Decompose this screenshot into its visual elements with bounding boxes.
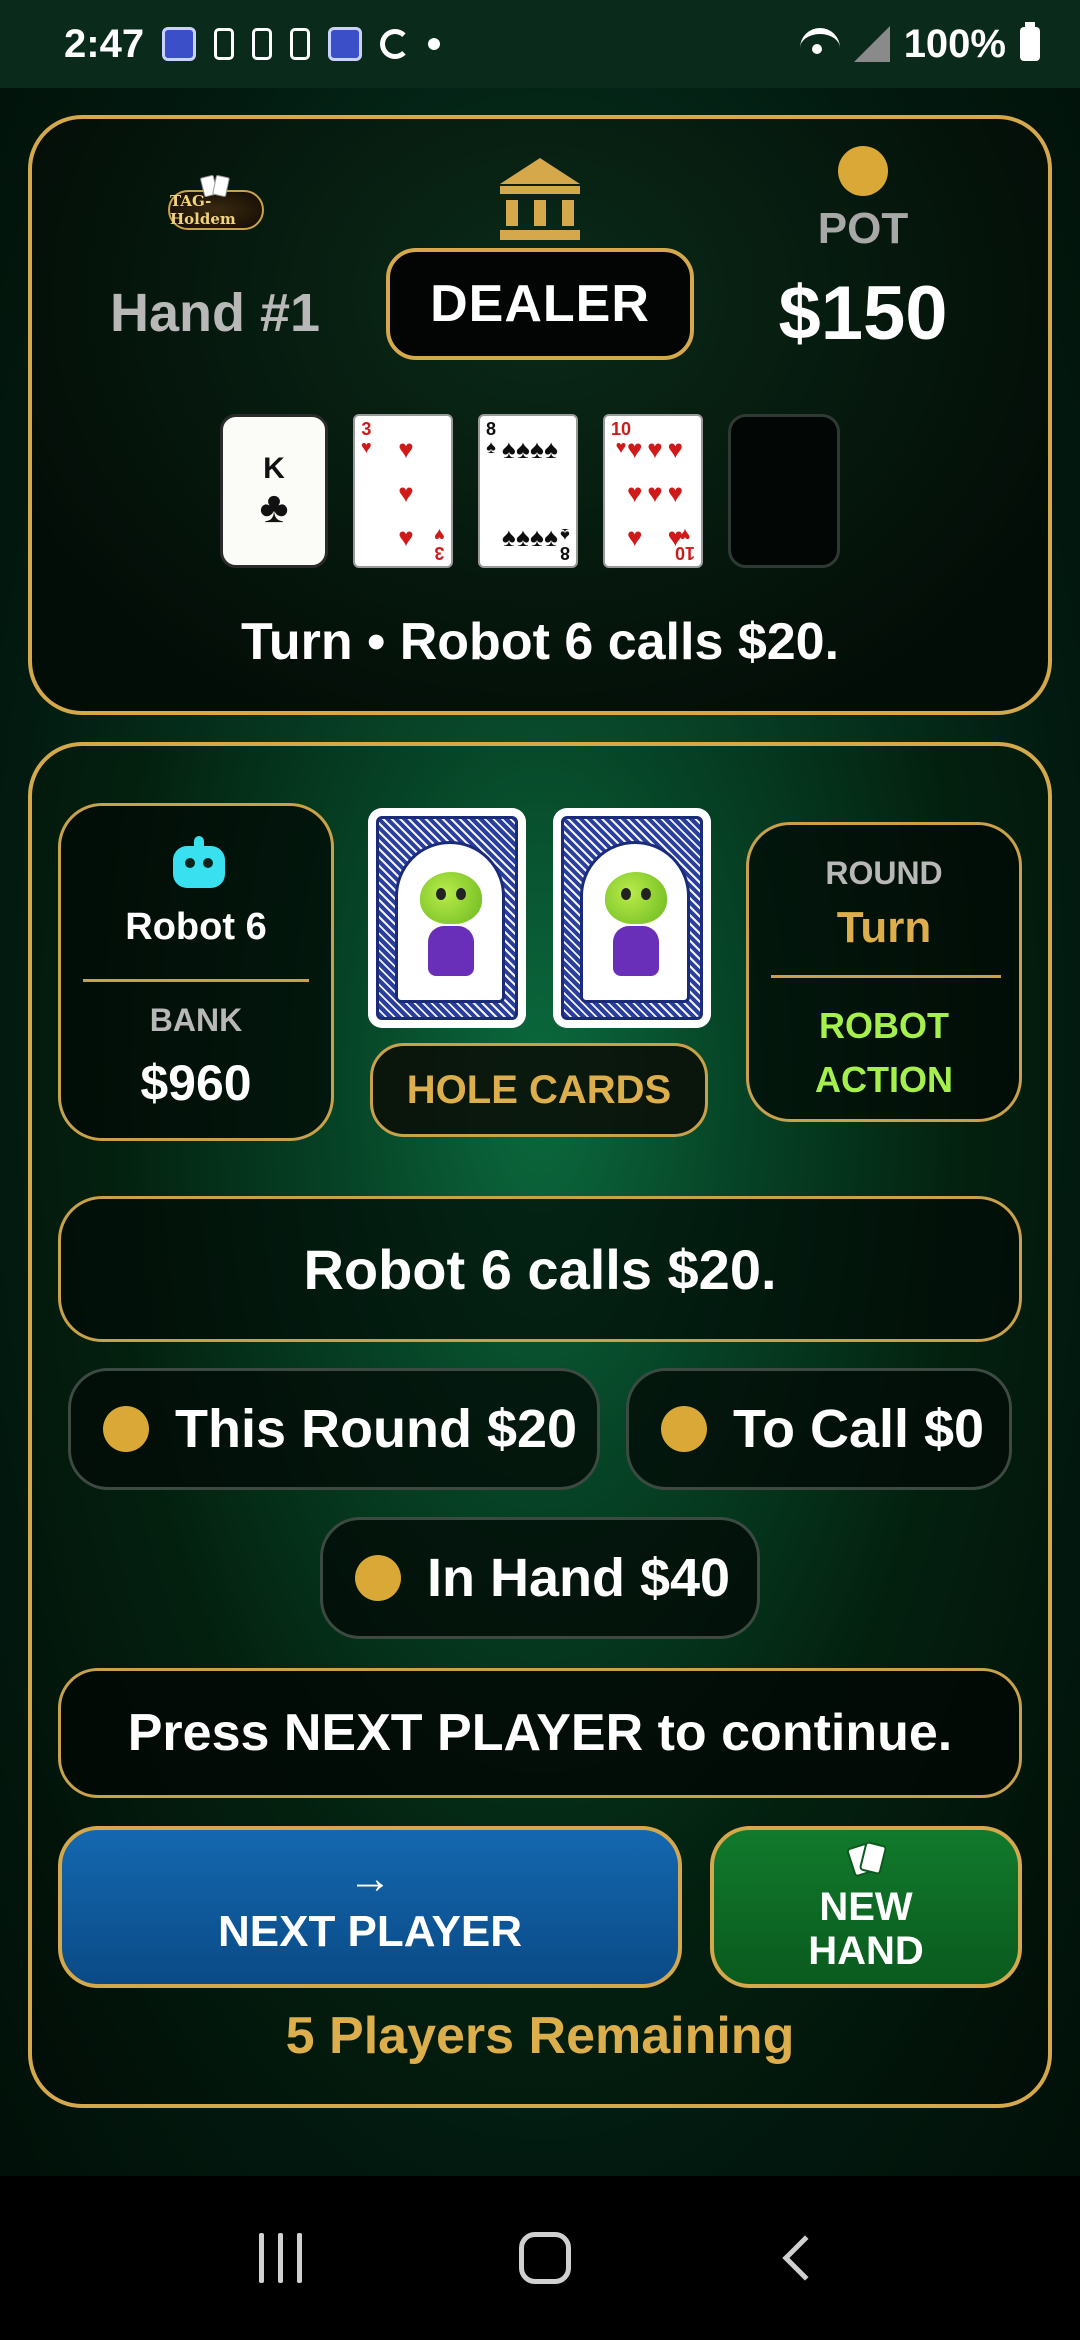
qr-notification-icon	[328, 27, 363, 61]
to-call-amount: To Call $0	[733, 1399, 985, 1459]
status-right: 100%	[799, 21, 1040, 67]
card-corner: 3 ♥	[361, 419, 372, 457]
bank-icon	[500, 158, 580, 240]
community-card: 3 ♥ ♥ ♥ ♥ 3 ♥	[353, 414, 453, 568]
sync-notification-icon	[380, 29, 411, 59]
phone-notification-icon	[214, 28, 235, 60]
action-message: Robot 6 calls $20.	[58, 1196, 1022, 1342]
dealer-badge: DEALER	[386, 248, 694, 360]
community-card: K ♣	[220, 414, 328, 568]
wifi-icon	[799, 28, 840, 60]
card-corner: 8 ♠	[559, 525, 570, 563]
back-icon[interactable]	[782, 2235, 828, 2281]
new-hand-button[interactable]: NEW HAND	[710, 1826, 1022, 1988]
divider	[83, 979, 309, 982]
status-left: 2:47	[64, 21, 441, 67]
divider	[771, 975, 1001, 978]
card-rank: K	[263, 452, 285, 485]
chip-icon	[355, 1555, 401, 1601]
bank-label: BANK	[149, 1002, 243, 1038]
card-back	[561, 816, 703, 1020]
qr-notification-icon	[162, 27, 197, 61]
pot-label: POT	[817, 204, 909, 253]
card-back	[376, 816, 518, 1020]
cards-icon	[844, 1840, 888, 1881]
card-corner: 10 ♥	[674, 525, 695, 563]
phone-notification-icon	[252, 28, 273, 60]
system-nav-bar	[0, 2176, 1080, 2340]
card-corner: 8 ♠	[486, 419, 497, 457]
this-round-amount: This Round $20	[175, 1399, 578, 1459]
player-name: Robot 6	[125, 906, 267, 948]
alien-mascot-icon	[420, 872, 482, 924]
round-value: Turn	[836, 903, 932, 952]
community-card: 8 ♠ ♠ ♠ ♠ ♠ ♠ ♠ ♠ ♠ 8 ♠	[478, 414, 578, 568]
hole-card	[553, 808, 711, 1028]
spades-suit-icon: ♠ ♠ ♠ ♠ ♠ ♠ ♠ ♠	[502, 434, 558, 552]
arrow-right-icon: →	[348, 1854, 392, 1903]
empty-card-slot	[728, 414, 840, 568]
to-call-pill: To Call $0	[626, 1368, 1012, 1490]
player-info-card: Robot 6 BANK $960	[58, 803, 334, 1141]
robot-icon	[169, 836, 229, 888]
hole-card	[368, 808, 526, 1028]
players-remaining: 5 Players Remaining	[285, 2007, 795, 2065]
home-icon[interactable]	[519, 2232, 572, 2284]
status-bar: 2:47 100%	[0, 0, 1080, 88]
bank-value: $960	[140, 1055, 252, 1111]
community-cards: K ♣ 3 ♥ ♥ ♥ ♥ 3 ♥ 8 ♠ ♠ ♠ ♠ ♠ ♠ ♠ ♠ ♠ 8 ♠ 10 ♥ ♥ ♥ ♥…	[220, 414, 840, 568]
next-player-label: NEXT PLAYER	[217, 1907, 522, 1956]
community-card: 10 ♥ ♥ ♥ ♥ ♥ ♥ ♥ ♥ ♥ 10 ♥	[603, 414, 703, 568]
round-info-card: ROUND Turn ROBOT ACTION	[746, 822, 1022, 1122]
pot-chip-icon	[838, 146, 888, 196]
action-status: ROBOT ACTION	[815, 1005, 953, 1100]
more-notifications-dot-icon	[428, 38, 441, 50]
battery-percent: 100%	[903, 21, 1006, 66]
phone-notification-icon	[290, 28, 311, 60]
chip-icon	[103, 1406, 149, 1452]
card-corner: 3 ♥	[434, 525, 445, 563]
next-player-button[interactable]: → NEXT PLAYER	[58, 1826, 682, 1988]
hearts-suit-icon: ♥ ♥ ♥	[398, 434, 414, 552]
clubs-suit-icon: ♣	[259, 483, 289, 532]
instruction-text: Press NEXT PLAYER to continue.	[58, 1668, 1022, 1798]
signal-icon	[853, 26, 890, 62]
hand-number: Hand #1	[109, 283, 321, 343]
logo-cards-icon	[198, 174, 234, 200]
this-round-pill: This Round $20	[68, 1368, 600, 1490]
pot-value: $150	[778, 271, 948, 356]
new-hand-label: NEW HAND	[808, 1885, 924, 1973]
chip-icon	[661, 1406, 707, 1452]
status-time: 2:47	[64, 21, 145, 66]
in-hand-pill: In Hand $40	[320, 1517, 760, 1639]
street-status: Turn • Robot 6 calls $20.	[240, 613, 840, 671]
app-logo: TAG-Holdem	[168, 174, 264, 238]
battery-icon	[1020, 22, 1040, 61]
in-hand-amount: In Hand $40	[427, 1548, 731, 1608]
round-label: ROUND	[825, 855, 943, 891]
hole-cards-button[interactable]: HOLE CARDS	[370, 1043, 708, 1137]
alien-mascot-icon	[605, 872, 667, 924]
recent-apps-icon[interactable]	[258, 2233, 302, 2283]
